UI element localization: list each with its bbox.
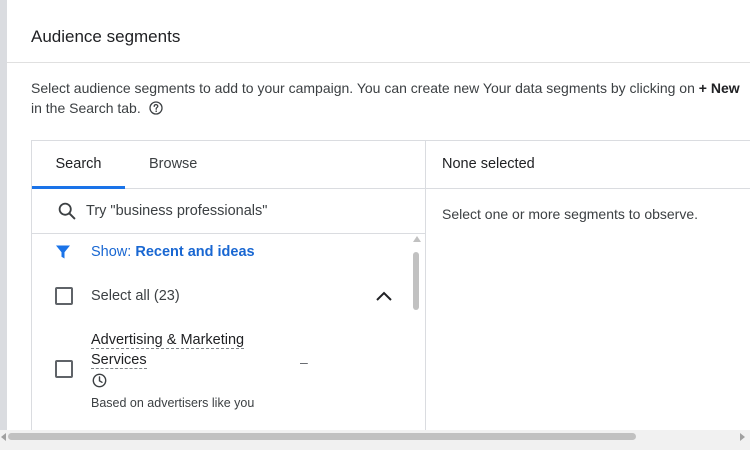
tab-search[interactable]: Search — [32, 141, 125, 189]
card-description: Select audience segments to add to your … — [31, 78, 750, 120]
scroll-thumb[interactable] — [413, 252, 419, 310]
clock-icon — [92, 373, 107, 393]
scroll-up-arrow-icon[interactable] — [413, 236, 421, 242]
left-edge-border — [0, 0, 7, 430]
item-checkbox[interactable] — [55, 360, 73, 378]
select-all-label: Select all (23) — [91, 288, 180, 304]
horizontal-scroll-thumb[interactable] — [8, 433, 636, 440]
item-name-text: Advertising & Marketing Services — [91, 332, 245, 369]
help-circle-icon[interactable] — [148, 100, 163, 120]
item-dash: – — [300, 354, 308, 370]
segments-panel: Search Browse Try "business professional… — [31, 140, 750, 431]
selected-header: None selected — [426, 141, 750, 189]
search-row — [32, 189, 425, 234]
filter-prefix: Show: — [91, 244, 136, 260]
description-text-line2: in the Search tab. — [31, 100, 141, 116]
tab-bar: Search Browse — [32, 141, 425, 189]
filter-value: Recent and ideas — [135, 244, 255, 260]
description-new-link: + New — [698, 80, 740, 96]
horizontal-scrollbar[interactable] — [0, 430, 750, 450]
search-icon — [58, 202, 76, 225]
scroll-left-arrow-icon[interactable] — [1, 433, 6, 441]
description-text: Select audience segments to add to your … — [31, 80, 699, 96]
item-subtitle: Based on advertisers like you — [91, 396, 255, 410]
card-title: Audience segments — [31, 27, 181, 46]
filter-label: Show: Recent and ideas — [91, 244, 255, 260]
list-scrollbar[interactable] — [411, 236, 421, 431]
filter-funnel-icon — [55, 244, 71, 265]
show-filter[interactable]: Show: Recent and ideas — [32, 234, 412, 270]
selected-title: None selected — [442, 156, 535, 172]
item-name[interactable]: Advertising & Marketing Services — [91, 330, 261, 370]
segment-picker: Search Browse Try "business professional… — [32, 141, 426, 431]
select-all-checkbox[interactable] — [55, 287, 73, 305]
select-all-row: Select all (23) — [32, 278, 412, 314]
title-divider — [7, 62, 750, 63]
tab-browse[interactable]: Browse — [149, 141, 197, 188]
audience-segments-card: Audience segments Select audience segmen… — [7, 0, 750, 431]
scroll-right-arrow-icon[interactable] — [740, 433, 745, 441]
chevron-up-icon[interactable] — [374, 288, 394, 309]
selected-segments-panel: None selected Select one or more segment… — [426, 141, 750, 431]
list-item: Advertising & Marketing Services – Based… — [32, 326, 412, 416]
search-input[interactable] — [86, 199, 406, 223]
selected-empty-message: Select one or more segments to observe. — [442, 206, 699, 222]
segment-list: Show: Recent and ideas Select all (23) A… — [32, 234, 425, 431]
